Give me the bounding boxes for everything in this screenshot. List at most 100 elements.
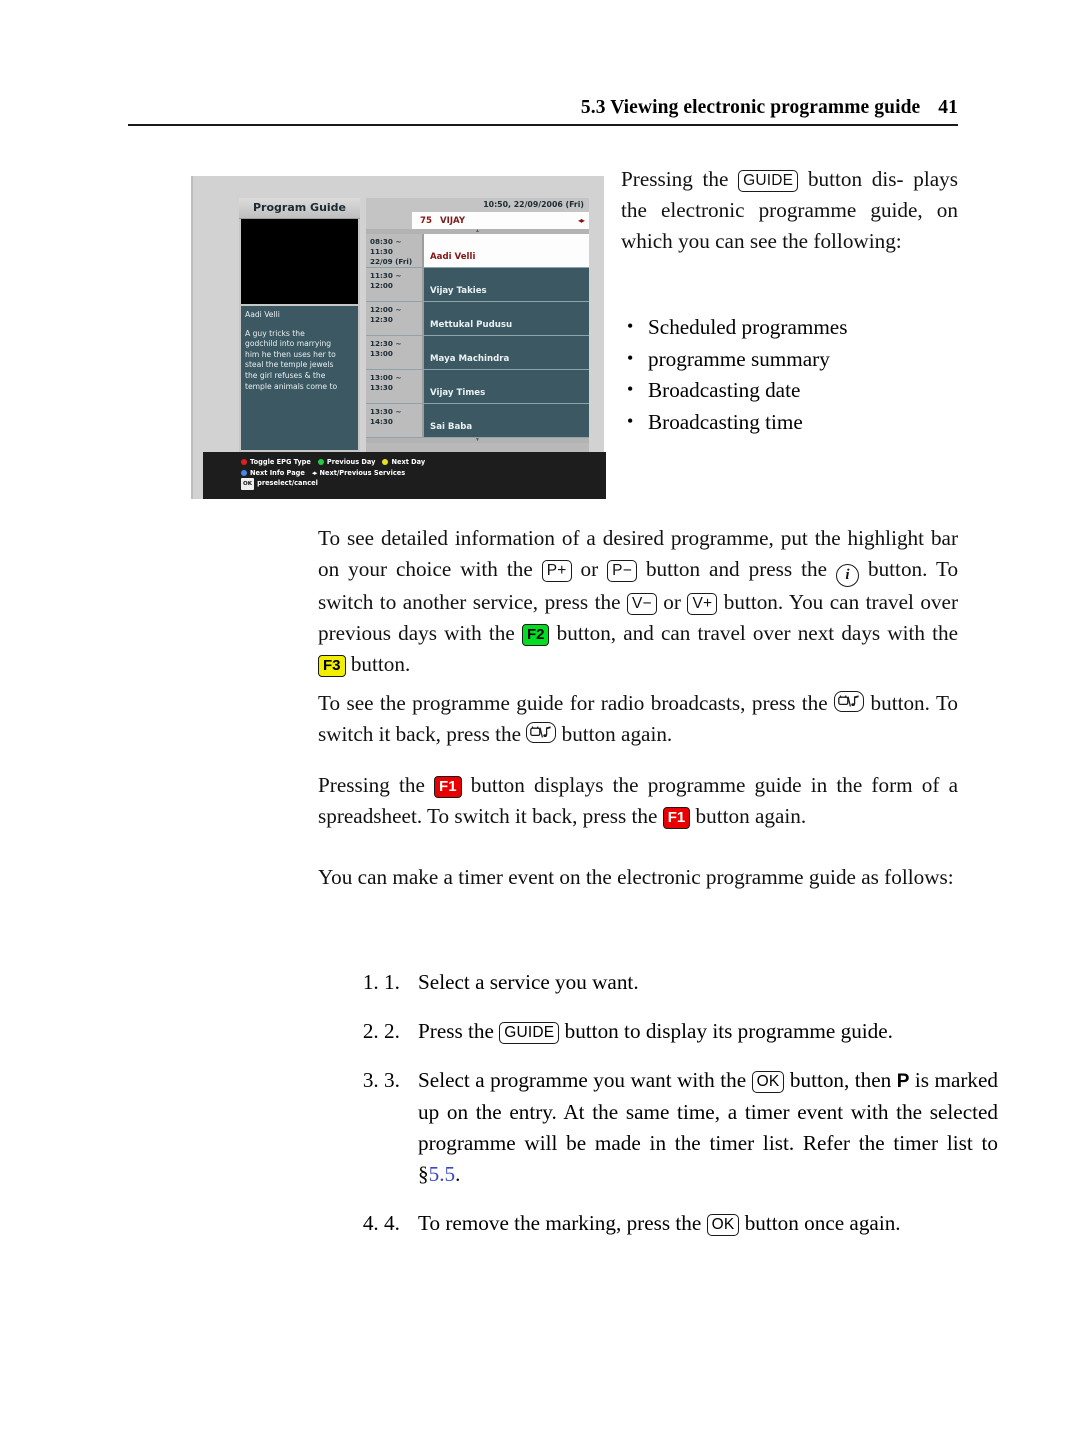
epg-row-title: Sai Baba <box>424 404 589 437</box>
step-text: Select a service you want. <box>418 967 998 998</box>
epg-schedule-list: 08:30 ~ 11:30 22/09 (Fri) Aadi Velli 11:30 … <box>366 234 589 438</box>
guide-key-step2[interactable]: GUIDE <box>499 1022 560 1044</box>
epg-schedule-row[interactable]: 08:30 ~ 11:30 22/09 (Fri) Aadi Velli <box>366 234 589 268</box>
spread-t1: Pressing the <box>318 773 425 797</box>
channel-left-right-arrows-icon[interactable]: ◂▸ <box>578 216 585 225</box>
epg-channel-name: VIJAY <box>440 215 466 226</box>
epg-row-time: 13:00 ~ 13:30 <box>366 370 424 403</box>
epg-row-time: 13:30 ~ 14:30 <box>366 404 424 437</box>
radio-guide-text: To see the programme guide for radio bro… <box>318 688 958 750</box>
p-minus-key[interactable]: P− <box>607 560 637 582</box>
list-item: 1. Select a service you want. <box>384 967 998 998</box>
epg-schedule-row[interactable]: 13:30 ~ 14:30 Sai Baba <box>366 404 589 438</box>
epg-channel-bar[interactable]: 75 VIJAY ◂▸ <box>366 212 589 229</box>
spread-t3: button again. <box>695 804 807 828</box>
step3-t1: Select a programme you want with the <box>418 1068 747 1093</box>
epg-schedule-row[interactable]: 13:00 ~ 13:30 Vijay Times <box>366 370 589 404</box>
bullet-label: Broadcasting date <box>648 378 801 402</box>
epg-description-body: A guy tricks the godchild into marrying … <box>245 328 338 391</box>
intro-line1a: Pressing the <box>621 167 729 191</box>
v-plus-key[interactable]: V+ <box>687 593 718 615</box>
epg-schedule-row[interactable]: 12:30 ~ 13:00 Maya Machindra <box>366 336 589 370</box>
step-text: Press the GUIDE button to display its pr… <box>418 1016 998 1047</box>
cross-reference-link[interactable]: 5.5 <box>429 1162 455 1186</box>
epg-row-time: 12:30 ~ 13:00 <box>366 336 424 369</box>
scroll-down-arrow-icon[interactable]: ▼ <box>366 438 589 443</box>
epg-left-panel: Program Guide Aadi Velli A guy tricks th… <box>239 198 360 452</box>
step3-t2: button, then <box>789 1068 892 1093</box>
epg-row-time: 12:00 ~ 12:30 <box>366 302 424 335</box>
list-item: 2. Press the GUIDE button to display its… <box>384 1016 998 1047</box>
v-minus-key[interactable]: V− <box>627 593 657 615</box>
step-text: Select a programme you want with the OK … <box>418 1065 998 1190</box>
bullet-label: programme summary <box>648 346 830 371</box>
detail-t8: button. <box>350 652 411 676</box>
epg-row-title: Vijay Takies <box>424 268 589 301</box>
step4-t2: button once again. <box>744 1211 901 1236</box>
epg-schedule-row[interactable]: 11:30 ~ 12:00 Vijay Takies <box>366 268 589 302</box>
epg-row-title: Mettukal Pudusu <box>424 302 589 335</box>
ok-key-step3[interactable]: OK <box>751 1071 785 1093</box>
detail-info-text: To see detailed information of a desired… <box>318 523 958 680</box>
detail-t7: button, and can travel over next days wi… <box>556 621 959 645</box>
feature-bullet-list: Scheduled programmes programme summary B… <box>621 311 958 439</box>
running-header: 5.3 Viewing electronic programme guide 41 <box>128 97 958 119</box>
f2-key[interactable]: F2 <box>521 624 550 646</box>
f1-key[interactable]: F1 <box>662 807 691 829</box>
list-item: 4. To remove the marking, press the OK b… <box>384 1208 998 1239</box>
info-icon[interactable]: i <box>836 564 859 587</box>
timer-event-paragraph: You can make a timer event on the electr… <box>318 862 958 893</box>
ok-key-step4[interactable]: OK <box>706 1214 740 1236</box>
blue-dot-icon <box>241 469 247 476</box>
detail-t5: or <box>663 590 681 614</box>
epg-legend-line-3: OK preselect/cancel <box>241 478 606 490</box>
epg-screen: Program Guide Aadi Velli A guy tricks th… <box>203 176 606 499</box>
step-number: 1. <box>384 970 400 995</box>
legend-red-label: Toggle EPG Type <box>250 458 311 466</box>
epg-panel-title: Program Guide <box>239 198 360 219</box>
p-marker: P <box>896 1071 910 1093</box>
timer-steps-list: 1. Select a service you want. 2. Press t… <box>344 967 998 1239</box>
detail-t3: button and press the <box>645 557 828 581</box>
legend-blue-label: Next Info Page <box>250 468 305 477</box>
epg-channel-box: 75 VIJAY ◂▸ <box>412 212 589 229</box>
radio-t1: To see the programme guide for radio bro… <box>318 691 828 715</box>
epg-row-title: Aadi Velli <box>424 234 589 267</box>
legend-ok-label: preselect/cancel <box>257 479 318 487</box>
f3-key[interactable]: F3 <box>318 655 346 677</box>
detail-info-paragraph: To see detailed information of a desired… <box>318 523 958 680</box>
step2-t2: button to display its programme guide. <box>564 1019 893 1044</box>
tv-radio-icon[interactable] <box>834 691 865 712</box>
list-item: programme summary <box>621 343 958 376</box>
list-item: Scheduled programmes <box>621 311 958 344</box>
epg-legend-bar: Toggle EPG Type Previous Day Next Day Next… <box>203 452 606 499</box>
list-item: Broadcasting time <box>621 406 958 439</box>
epg-programme-description: Aadi Velli A guy tricks the godchild int… <box>241 306 358 450</box>
guide-key-intro[interactable]: GUIDE <box>738 170 799 192</box>
timer-intro-text: You can make a timer event on the electr… <box>318 865 954 889</box>
epg-clock: 10:50, 22/09/2006 (Fri) <box>366 198 589 212</box>
step-number: 3. <box>384 1068 400 1093</box>
header-rule <box>128 124 958 126</box>
epg-row-time: 11:30 ~ 12:00 <box>366 268 424 301</box>
epg-channel-number: 75 <box>420 215 432 226</box>
epg-legend-line-2: Next Info Page ◂▸ Next/Previous Services <box>241 468 606 479</box>
bullet-label: Broadcasting time <box>648 409 803 434</box>
intro-line1b: button dis- <box>807 167 904 191</box>
f1-key[interactable]: F1 <box>434 776 462 798</box>
epg-row-title: Vijay Times <box>424 370 589 403</box>
epg-video-preview <box>241 219 358 304</box>
radio-and-spreadsheet-paragraphs: To see the programme guide for radio bro… <box>318 688 958 832</box>
radio-t3: button again. <box>561 722 673 746</box>
epg-row-title: Maya Machindra <box>424 336 589 369</box>
p-plus-key[interactable]: P+ <box>541 560 572 582</box>
tv-radio-icon[interactable] <box>526 722 557 743</box>
epg-schedule-row[interactable]: 12:00 ~ 12:30 Mettukal Pudusu <box>366 302 589 336</box>
intro-paragraph: Pressing the GUIDE button dis- plays the… <box>621 164 958 257</box>
spreadsheet-guide-text: Pressing the F1 button displays the prog… <box>318 770 958 832</box>
epg-legend-line-1: Toggle EPG Type Previous Day Next Day <box>241 457 606 468</box>
step2-t1: Press the <box>418 1019 494 1044</box>
legend-green-label: Previous Day <box>326 458 376 466</box>
green-dot-icon <box>317 459 324 465</box>
epg-description-title: Aadi Velli <box>245 310 280 319</box>
